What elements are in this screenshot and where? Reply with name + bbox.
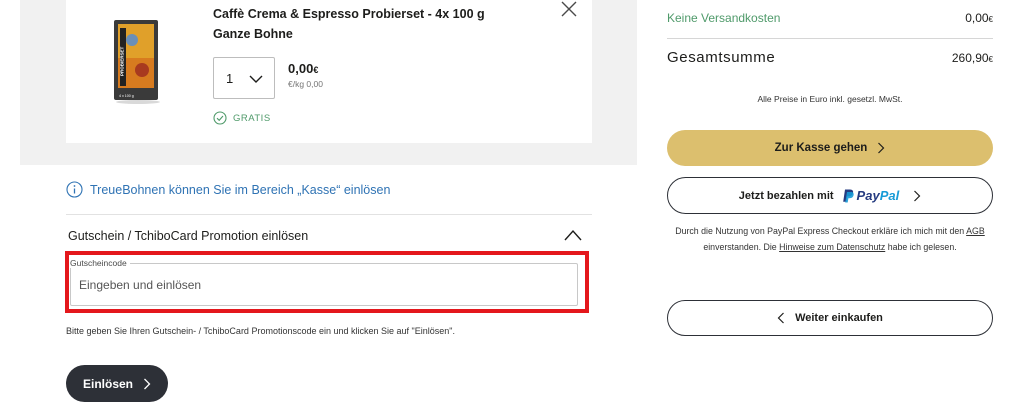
- paypal-button[interactable]: Jetzt bezahlen mit Pay Pal: [667, 177, 993, 214]
- total-currency: €: [988, 55, 993, 64]
- shipping-label: Keine Versandkosten: [667, 11, 781, 25]
- privacy-link[interactable]: Hinweise zum Datenschutz: [779, 242, 885, 252]
- voucher-field-label: Gutscheincode: [70, 258, 130, 268]
- quantity-select[interactable]: 1: [213, 57, 275, 99]
- treuebohnen-text: TreueBohnen können Sie im Bereich „Kasse…: [90, 182, 391, 197]
- remove-item-close-icon[interactable]: [560, 0, 578, 18]
- shipping-value: 0,00€: [965, 11, 993, 25]
- chevron-right-icon: [144, 378, 151, 389]
- item-price-value: 0,00: [288, 61, 314, 76]
- info-icon: [66, 181, 83, 198]
- continue-shopping-button[interactable]: Weiter einkaufen: [667, 300, 993, 336]
- treuebohnen-info: TreueBohnen können Sie im Bereich „Kasse…: [66, 181, 390, 198]
- cart-item-card: PROBIERSET 4 x 100 g Caffè Crema & Espre…: [66, 0, 592, 143]
- chevron-right-icon: [878, 142, 885, 154]
- shipping-currency: €: [988, 15, 993, 24]
- redeem-button[interactable]: Einlösen: [66, 365, 168, 402]
- total-amount: 260,90: [951, 51, 989, 65]
- legal-text-part1: Durch die Nutzung von PayPal Express Che…: [675, 226, 965, 236]
- paypal-button-prefix: Jetzt bezahlen mit: [738, 189, 834, 202]
- chevron-right-icon: [914, 190, 921, 201]
- voucher-code-input[interactable]: [72, 270, 572, 300]
- product-image[interactable]: PROBIERSET 4 x 100 g: [110, 18, 168, 104]
- shipping-row: Keine Versandkosten 0,00€: [667, 11, 993, 25]
- paypal-logo-pal: Pal: [879, 188, 900, 203]
- voucher-section-heading[interactable]: Gutschein / TchiboCard Promotion einlöse…: [68, 229, 308, 243]
- voucher-hint: Bitte geben Sie Ihren Gutschein- / Tchib…: [66, 326, 455, 336]
- chevron-left-icon: [777, 312, 785, 324]
- vat-note: Alle Preise in Euro inkl. gesetzl. MwSt.: [757, 94, 903, 104]
- paypal-logo-pay: Pay: [856, 188, 880, 203]
- total-value: 260,90€: [952, 51, 993, 65]
- total-label: Gesamtsumme: [667, 49, 776, 66]
- chevron-up-icon[interactable]: [563, 228, 583, 242]
- checkout-button-label: Zur Kasse gehen: [774, 142, 868, 154]
- quantity-value: 1: [226, 70, 234, 86]
- agb-link[interactable]: AGB: [966, 226, 985, 236]
- check-circle-icon: [213, 111, 227, 125]
- product-title[interactable]: Caffè Crema & Espresso Probierset - 4x 1…: [213, 4, 513, 44]
- product-image-sublabel: 4 x 100 g: [119, 94, 134, 98]
- legal-text-part3: habe ich gelesen.: [887, 242, 957, 252]
- summary-divider: [667, 38, 993, 39]
- product-image-label: PROBIERSET: [120, 46, 125, 76]
- item-price-currency: €: [313, 65, 319, 75]
- paypal-logo: Pay Pal: [842, 188, 900, 203]
- free-label: GRATIS: [233, 112, 271, 124]
- continue-shopping-label: Weiter einkaufen: [795, 312, 883, 324]
- free-badge: GRATIS: [213, 111, 271, 125]
- legal-text-part2: einverstanden. Die: [703, 242, 777, 252]
- paypal-legal-text: Durch die Nutzung von PayPal Express Che…: [667, 223, 993, 255]
- item-price-per-kg: €/kg 0,00: [288, 79, 323, 89]
- chevron-down-icon: [249, 75, 263, 83]
- redeem-button-label: Einlösen: [82, 376, 133, 391]
- paypal-icon: [842, 189, 854, 202]
- total-row: Gesamtsumme 260,90€: [667, 49, 993, 66]
- section-divider: [66, 214, 592, 215]
- checkout-button[interactable]: Zur Kasse gehen: [667, 130, 993, 166]
- shipping-amount: 0,00: [965, 11, 989, 25]
- item-price: 0,00€: [288, 61, 318, 76]
